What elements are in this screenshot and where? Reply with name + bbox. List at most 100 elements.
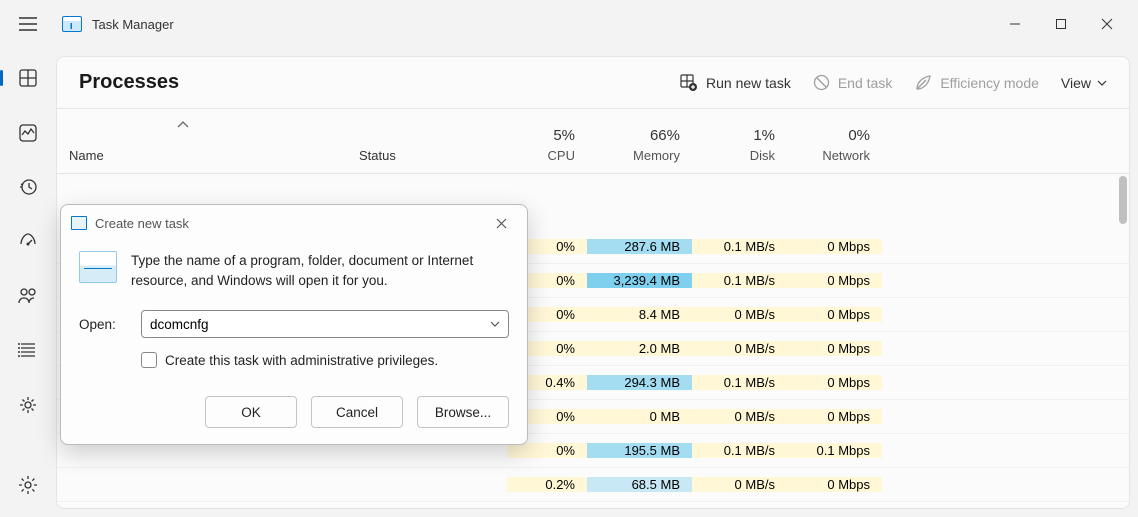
cpu-pct: 5% [519,127,575,144]
close-icon [496,218,507,229]
admin-privileges-checkbox[interactable] [141,352,157,368]
cell-memory: 0 MB [587,409,692,424]
view-dropdown[interactable]: View [1061,75,1107,91]
history-icon [18,177,38,197]
disk-label: Disk [704,148,775,163]
cell-disk: 0.1 MB/s [692,443,787,458]
cell-memory: 8.4 MB [587,307,692,322]
cell-memory: 294.3 MB [587,375,692,390]
column-status[interactable]: Status [347,109,507,173]
run-icon [79,251,117,283]
cell-memory: 195.5 MB [587,443,692,458]
disk-pct: 1% [704,127,775,144]
cpu-label: CPU [519,148,575,163]
browse-button[interactable]: Browse... [417,396,509,428]
table-header: Name Status 5% CPU 66% Memory 1% Disk 0%… [57,108,1129,174]
cell-disk: 0.1 MB/s [692,239,787,254]
run-new-task-label: Run new task [706,75,791,91]
services-icon [18,395,38,415]
network-pct: 0% [799,127,870,144]
view-label: View [1061,75,1091,91]
column-cpu[interactable]: 5% CPU [507,109,587,173]
minimize-button[interactable] [992,8,1038,40]
close-button[interactable] [1084,8,1130,40]
open-combobox[interactable]: dcomcnfg [141,310,509,338]
cell-disk: 0 MB/s [692,409,787,424]
performance-icon [18,123,38,143]
dialog-close-button[interactable] [485,209,517,237]
processes-icon [18,68,38,88]
memory-pct: 66% [599,127,680,144]
column-name-label: Name [69,148,335,163]
column-network[interactable]: 0% Network [787,109,882,173]
cell-network: 0.1 Mbps [787,443,882,458]
cell-network: 0 Mbps [787,477,882,492]
sidebar-item-processes[interactable] [8,62,48,94]
app-icon [62,16,82,32]
sidebar [0,48,56,517]
efficiency-mode-label: Efficiency mode [940,75,1039,91]
column-disk[interactable]: 1% Disk [692,109,787,173]
end-task-label: End task [838,75,892,91]
run-task-icon [680,74,698,92]
ok-button[interactable]: OK [205,396,297,428]
content-header: Processes Run new task End task Efficien… [57,57,1129,108]
gear-icon [18,475,38,495]
column-memory[interactable]: 66% Memory [587,109,692,173]
cell-network: 0 Mbps [787,409,882,424]
cell-memory: 3,239.4 MB [587,273,692,288]
open-value: dcomcnfg [150,317,209,332]
efficiency-mode-button: Efficiency mode [914,74,1039,92]
cell-memory: 287.6 MB [587,239,692,254]
cell-network: 0 Mbps [787,239,882,254]
details-icon [18,340,38,360]
sidebar-item-performance[interactable] [8,116,48,148]
cell-disk: 0 MB/s [692,477,787,492]
create-new-task-dialog: Create new task Type the name of a progr… [60,204,528,445]
sort-indicator-icon [177,117,189,132]
cell-network: 0 Mbps [787,307,882,322]
leaf-icon [914,74,932,92]
sidebar-item-users[interactable] [8,280,48,312]
cell-disk: 0.1 MB/s [692,273,787,288]
dialog-icon [71,216,87,230]
cancel-button[interactable]: Cancel [311,396,403,428]
cell-disk: 0.1 MB/s [692,375,787,390]
window-controls [992,8,1130,40]
cell-disk: 0 MB/s [692,307,787,322]
column-status-label: Status [359,148,495,163]
table-row[interactable]: 0.2%68.5 MB0 MB/s0 Mbps [57,468,1129,502]
end-task-icon [813,74,830,91]
startup-icon [18,231,38,251]
sidebar-item-services[interactable] [8,389,48,421]
sidebar-item-settings[interactable] [8,465,48,505]
chevron-down-icon [490,321,500,327]
users-icon [17,286,39,306]
column-name[interactable]: Name [57,109,347,173]
cell-cpu: 0% [507,443,587,458]
page-title: Processes [79,71,179,94]
title-bar: Task Manager [0,0,1138,48]
chevron-down-icon [1097,80,1107,86]
cell-memory: 2.0 MB [587,341,692,356]
end-task-button: End task [813,74,892,91]
maximize-button[interactable] [1038,8,1084,40]
scrollbar-thumb[interactable] [1119,176,1127,224]
memory-label: Memory [599,148,680,163]
cell-network: 0 Mbps [787,341,882,356]
network-label: Network [799,148,870,163]
cell-cpu: 0.2% [507,477,587,492]
cell-network: 0 Mbps [787,375,882,390]
app-title: Task Manager [92,17,174,32]
cell-disk: 0 MB/s [692,341,787,356]
cell-network: 0 Mbps [787,273,882,288]
cell-memory: 68.5 MB [587,477,692,492]
hamburger-menu-button[interactable] [8,4,48,44]
open-label: Open: [79,317,123,332]
run-new-task-button[interactable]: Run new task [680,74,791,92]
sidebar-item-app-history[interactable] [8,171,48,203]
sidebar-item-details[interactable] [8,334,48,366]
dialog-titlebar: Create new task [61,205,527,241]
sidebar-item-startup[interactable] [8,225,48,257]
dialog-description: Type the name of a program, folder, docu… [131,251,509,290]
